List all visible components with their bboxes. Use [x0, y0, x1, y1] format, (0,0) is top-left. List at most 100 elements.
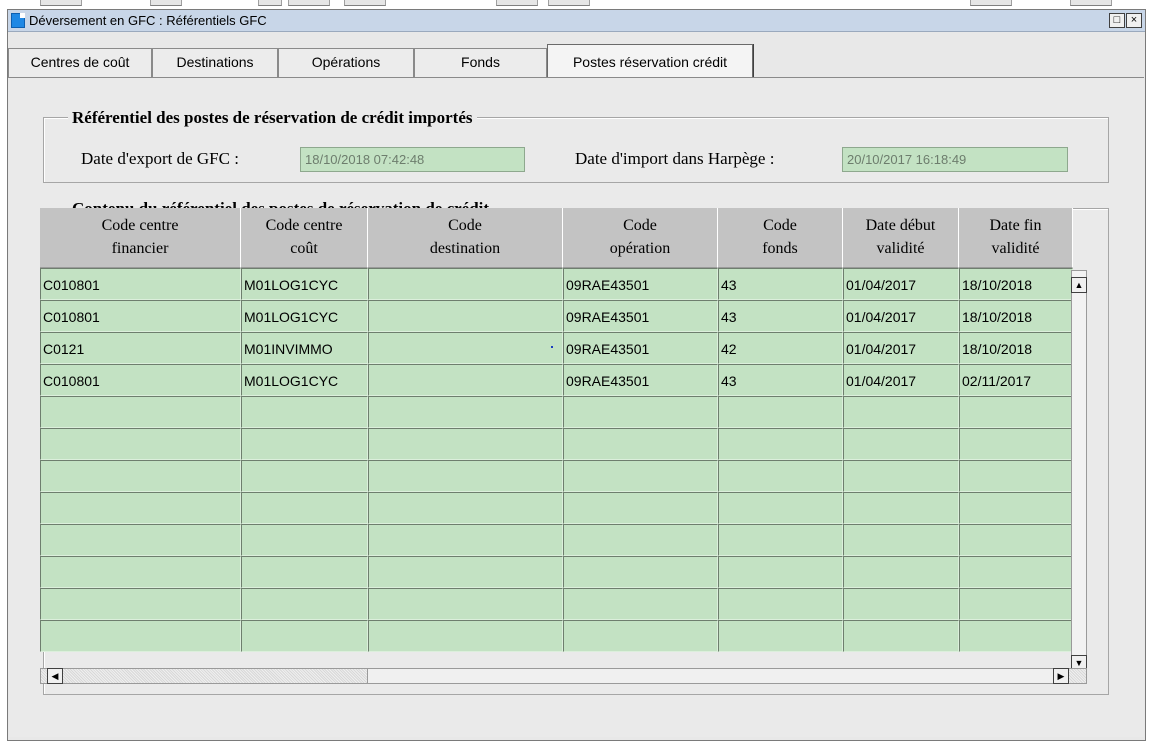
table-cell[interactable]: [563, 492, 718, 524]
tab-postes-reservation-credit[interactable]: Postes réservation crédit: [547, 44, 753, 78]
table-cell[interactable]: 01/04/2017: [843, 364, 959, 396]
table-cell[interactable]: 02/11/2017: [959, 364, 1073, 396]
column-header[interactable]: Code opération: [563, 208, 718, 268]
table-cell[interactable]: [241, 588, 368, 620]
table-cell[interactable]: C010801: [40, 300, 241, 332]
table-cell[interactable]: [959, 524, 1073, 556]
table-cell[interactable]: [563, 588, 718, 620]
export-date-field[interactable]: 18/10/2018 07:42:48: [300, 147, 525, 172]
table-cell[interactable]: 43: [718, 268, 843, 300]
table-cell[interactable]: [718, 620, 843, 652]
arrow-left-icon[interactable]: ◀: [47, 668, 63, 684]
table-cell[interactable]: [563, 556, 718, 588]
table-cell[interactable]: [241, 492, 368, 524]
table-cell[interactable]: [368, 620, 563, 652]
table-cell[interactable]: C010801: [40, 364, 241, 396]
table-cell[interactable]: [241, 396, 368, 428]
table-cell[interactable]: [241, 556, 368, 588]
table-cell[interactable]: [843, 492, 959, 524]
table-cell[interactable]: 42: [718, 332, 843, 364]
table-cell[interactable]: [368, 428, 563, 460]
table-cell[interactable]: [843, 588, 959, 620]
table-cell[interactable]: M01LOG1CYC: [241, 268, 368, 300]
arrow-right-icon[interactable]: ▶: [1053, 668, 1069, 684]
table-cell[interactable]: [843, 620, 959, 652]
table-cell[interactable]: [40, 620, 241, 652]
table-cell[interactable]: [241, 524, 368, 556]
vertical-scrollbar[interactable]: ▲ ▼: [1071, 270, 1087, 672]
table-cell[interactable]: 09RAE43501: [563, 364, 718, 396]
table-cell[interactable]: [718, 460, 843, 492]
table-cell[interactable]: [40, 524, 241, 556]
table-cell[interactable]: [368, 460, 563, 492]
table-cell[interactable]: [843, 396, 959, 428]
table-cell[interactable]: 18/10/2018: [959, 300, 1073, 332]
table-cell[interactable]: [40, 588, 241, 620]
table-cell[interactable]: [843, 428, 959, 460]
table-cell[interactable]: [368, 332, 563, 364]
table-cell[interactable]: 01/04/2017: [843, 268, 959, 300]
table-cell[interactable]: 09RAE43501: [563, 300, 718, 332]
arrow-up-icon[interactable]: ▲: [1071, 277, 1087, 293]
table-cell[interactable]: 43: [718, 300, 843, 332]
table-cell[interactable]: [368, 268, 563, 300]
table-cell[interactable]: [368, 588, 563, 620]
table-cell[interactable]: [40, 428, 241, 460]
table-cell[interactable]: [241, 460, 368, 492]
table-cell[interactable]: [563, 524, 718, 556]
table-cell[interactable]: [718, 556, 843, 588]
table-cell[interactable]: C010801: [40, 268, 241, 300]
table-cell[interactable]: [718, 492, 843, 524]
table-cell[interactable]: [843, 524, 959, 556]
table-cell[interactable]: [843, 460, 959, 492]
table-cell[interactable]: [959, 588, 1073, 620]
table-cell[interactable]: [718, 588, 843, 620]
table-cell[interactable]: 18/10/2018: [959, 268, 1073, 300]
table-cell[interactable]: [40, 396, 241, 428]
column-header[interactable]: Code fonds: [718, 208, 843, 268]
table-cell[interactable]: [368, 556, 563, 588]
table-cell[interactable]: [718, 524, 843, 556]
maximize-icon[interactable]: □: [1109, 13, 1125, 28]
table-cell[interactable]: M01LOG1CYC: [241, 300, 368, 332]
table-cell[interactable]: [959, 492, 1073, 524]
tab-destinations[interactable]: Destinations: [152, 48, 278, 78]
table-cell[interactable]: M01LOG1CYC: [241, 364, 368, 396]
table-cell[interactable]: 09RAE43501: [563, 268, 718, 300]
table-cell[interactable]: 43: [718, 364, 843, 396]
tab-operations[interactable]: Opérations: [278, 48, 414, 78]
table-cell[interactable]: 18/10/2018: [959, 332, 1073, 364]
close-icon[interactable]: ×: [1126, 13, 1142, 28]
table-cell[interactable]: 09RAE43501: [563, 332, 718, 364]
horizontal-scroll-thumb[interactable]: [367, 669, 1057, 683]
column-header[interactable]: Date début validité: [843, 208, 959, 268]
table-cell[interactable]: M01INVIMMO: [241, 332, 368, 364]
tab-fonds[interactable]: Fonds: [414, 48, 547, 78]
horizontal-scrollbar[interactable]: ◀ ▶: [40, 668, 1087, 684]
table-cell[interactable]: [40, 556, 241, 588]
table-cell[interactable]: [40, 460, 241, 492]
table-cell[interactable]: [718, 396, 843, 428]
table-cell[interactable]: [241, 620, 368, 652]
table-cell[interactable]: [843, 556, 959, 588]
table-cell[interactable]: [241, 428, 368, 460]
table-cell[interactable]: [563, 396, 718, 428]
table-cell[interactable]: C0121: [40, 332, 241, 364]
window-titlebar[interactable]: Déversement en GFC : Référentiels GFC □ …: [8, 10, 1145, 32]
table-cell[interactable]: [959, 428, 1073, 460]
column-header[interactable]: Code destination: [368, 208, 563, 268]
table-cell[interactable]: [959, 620, 1073, 652]
table-cell[interactable]: [368, 524, 563, 556]
column-header[interactable]: Code centre coût: [241, 208, 368, 268]
tab-centres-de-cout[interactable]: Centres de coût: [8, 48, 152, 78]
table-cell[interactable]: 01/04/2017: [843, 332, 959, 364]
table-cell[interactable]: [563, 428, 718, 460]
table-cell[interactable]: [959, 396, 1073, 428]
table-cell[interactable]: [40, 492, 241, 524]
table-cell[interactable]: [368, 396, 563, 428]
table-cell[interactable]: [563, 620, 718, 652]
column-header[interactable]: Date fin validité: [959, 208, 1073, 268]
column-header[interactable]: Code centre financier: [40, 208, 241, 268]
table-cell[interactable]: [959, 460, 1073, 492]
table-cell[interactable]: [368, 492, 563, 524]
